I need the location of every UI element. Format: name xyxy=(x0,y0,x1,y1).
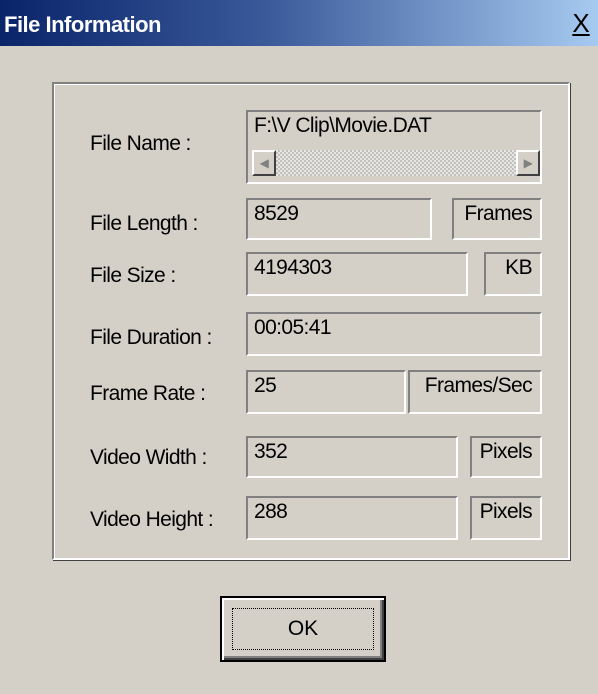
frame-rate-label: Frame Rate : xyxy=(90,382,206,405)
video-height-field: 288 xyxy=(246,496,458,540)
file-name-value: F:\V Clip\Movie.DAT xyxy=(254,114,432,137)
scroll-left-arrow-icon[interactable]: ◀ xyxy=(252,150,276,176)
video-width-label: Video Width : xyxy=(90,446,207,469)
file-name-label: File Name : xyxy=(90,132,191,155)
file-length-unit: Frames xyxy=(452,198,542,240)
frame-rate-unit: Frames/Sec xyxy=(408,370,542,414)
frame-rate-field: 25 xyxy=(246,370,406,414)
file-length-label: File Length : xyxy=(90,212,198,235)
file-length-field: 8529 xyxy=(246,198,432,240)
video-height-unit: Pixels xyxy=(470,496,542,540)
ok-button-label: OK xyxy=(287,617,319,640)
close-button[interactable]: X xyxy=(566,8,596,38)
video-width-field: 352 xyxy=(246,436,458,478)
file-size-field: 4194303 xyxy=(246,252,468,296)
file-name-scrollbar[interactable]: ◀ ▶ xyxy=(252,150,540,176)
file-size-unit: KB xyxy=(484,252,542,296)
file-size-label: File Size : xyxy=(90,264,176,287)
file-duration-label: File Duration : xyxy=(90,326,212,349)
window-title: File Information xyxy=(4,12,162,37)
video-height-label: Video Height : xyxy=(90,508,214,531)
scroll-right-arrow-icon[interactable]: ▶ xyxy=(516,150,540,176)
file-name-field: F:\V Clip\Movie.DAT ◀ ▶ xyxy=(246,110,542,184)
video-width-unit: Pixels xyxy=(470,436,542,478)
file-information-dialog: File Information X File Name : F:\V Clip… xyxy=(0,0,598,694)
ok-button[interactable]: OK xyxy=(220,596,386,662)
title-bar: File Information xyxy=(0,0,598,46)
file-duration-field: 00:05:41 xyxy=(246,312,542,356)
